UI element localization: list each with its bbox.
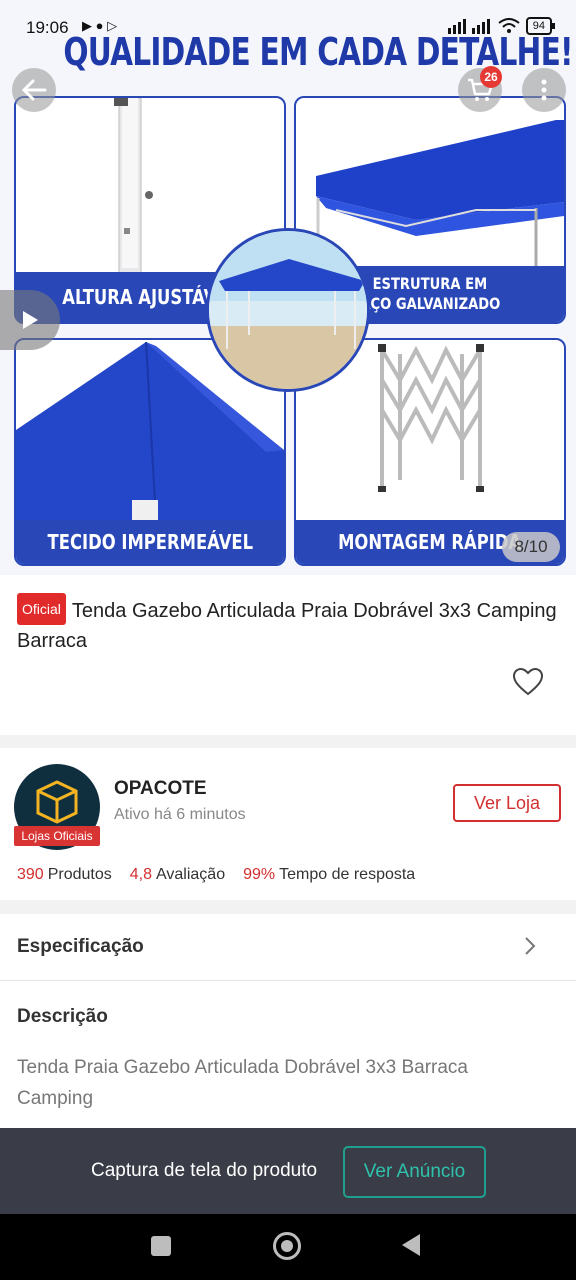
status-time: 19:06 bbox=[26, 18, 69, 37]
store-stats: 390 Produtos 4,8 Avaliação 99% Tempo de res… bbox=[17, 866, 415, 884]
stat-rating: 4,8 Avaliação bbox=[129, 866, 226, 883]
cart-count-badge: 26 bbox=[480, 66, 502, 88]
heart-icon[interactable] bbox=[512, 667, 544, 697]
description-title: Descrição bbox=[17, 1006, 108, 1027]
system-back-icon[interactable] bbox=[402, 1234, 420, 1256]
divider-line bbox=[0, 980, 576, 981]
hero-headline: QUALIDADE EM CADA DETALHE! bbox=[63, 30, 573, 74]
panel-label: TECIDO IMPERMEÁVEL bbox=[16, 520, 284, 564]
home-icon[interactable] bbox=[273, 1232, 301, 1260]
beach-tent-photo bbox=[206, 228, 370, 392]
recent-apps-icon[interactable] bbox=[151, 1236, 171, 1256]
store-active-status: Ativo há 6 minutos bbox=[114, 806, 246, 823]
product-title-text: Tenda Gazebo Articulada Praia Dobrável 3… bbox=[17, 600, 557, 652]
section-divider bbox=[0, 735, 576, 748]
official-badge: Oficial bbox=[17, 593, 66, 625]
product-info: Oficial Tenda Gazebo Articulada Praia Dob… bbox=[0, 575, 576, 735]
description-text: Tenda Praia Gazebo Articulada Dobrável 3… bbox=[17, 1057, 468, 1109]
beach-illustration bbox=[209, 231, 367, 389]
stat-products: 390 Produtos bbox=[17, 866, 112, 883]
more-options-button[interactable] bbox=[522, 68, 566, 112]
official-stores-tag: Lojas Oficiais bbox=[14, 826, 100, 846]
product-image-carousel[interactable]: 19:06 ▶ ● ▷ 94 QUALIDADE EM CADA DETALHE… bbox=[0, 0, 576, 575]
more-vertical-icon bbox=[541, 79, 547, 101]
back-button[interactable] bbox=[12, 68, 56, 112]
system-navigation-bar bbox=[0, 1214, 576, 1280]
view-ad-button[interactable]: Ver Anúncio bbox=[343, 1146, 486, 1198]
product-title: Oficial Tenda Gazebo Articulada Praia Dob… bbox=[17, 593, 557, 656]
chevron-right-icon bbox=[524, 936, 536, 962]
image-counter: 8/10 bbox=[502, 532, 560, 562]
specification-label: Especificação bbox=[17, 936, 144, 957]
store-name[interactable]: OPACOTE bbox=[114, 778, 207, 800]
section-divider bbox=[0, 900, 576, 914]
back-arrow-icon bbox=[21, 79, 47, 101]
play-icon bbox=[23, 311, 38, 329]
view-store-button[interactable]: Ver Loja bbox=[453, 784, 561, 822]
store-card: Lojas Oficiais OPACOTE Ativo há 6 minuto… bbox=[0, 748, 576, 900]
video-play-button[interactable] bbox=[0, 290, 60, 350]
stat-response-time: 99% Tempo de resposta bbox=[243, 866, 416, 883]
specification-row[interactable]: Especificação bbox=[0, 914, 576, 980]
capture-text: Captura de tela do produto bbox=[91, 1160, 318, 1181]
screenshot-capture-bar: Captura de tela do produto Ver Anúncio bbox=[0, 1128, 576, 1214]
